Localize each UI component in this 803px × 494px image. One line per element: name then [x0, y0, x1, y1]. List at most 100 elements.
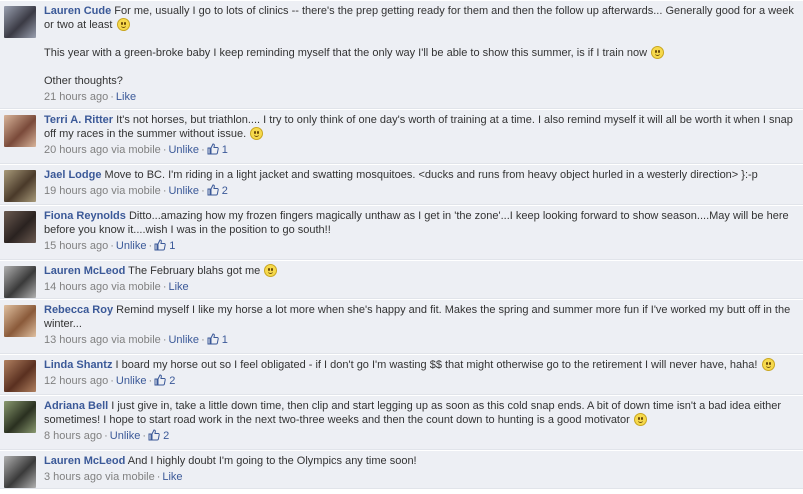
comment-text: Other thoughts?	[44, 74, 797, 88]
comment-body: Jael Lodge Move to BC. I'm riding in a l…	[44, 168, 797, 182]
like-count-number: 2	[163, 430, 170, 442]
smiley-icon	[651, 46, 665, 59]
avatar[interactable]	[4, 6, 36, 38]
like-count[interactable]: 1	[154, 239, 176, 252]
comment-text: Fiona Reynolds Ditto...amazing how my fr…	[44, 209, 797, 237]
comment: Lauren Cude For me, usually I go to lots…	[0, 0, 803, 109]
comment: Rebecca Roy Remind myself I like my hors…	[0, 299, 803, 354]
comment: Fiona Reynolds Ditto...amazing how my fr…	[0, 205, 803, 260]
author-name-link[interactable]: Fiona Reynolds	[44, 210, 126, 222]
like-count[interactable]: 2	[207, 184, 228, 197]
comment: Lauren McLeod And I highly doubt I'm goi…	[0, 450, 803, 489]
timestamp[interactable]: 15 hours ago	[44, 240, 108, 252]
unlike-link[interactable]: Unlike	[110, 430, 141, 442]
like-link[interactable]: Like	[168, 281, 188, 293]
timestamp[interactable]: 13 hours ago	[44, 334, 108, 346]
timestamp[interactable]: 19 hours ago	[44, 185, 108, 197]
like-count-number: 1	[169, 240, 176, 252]
comment-meta: 3 hours ago via mobile · Like	[44, 470, 797, 484]
comment-meta: 15 hours ago · Unlike · 1	[44, 239, 797, 255]
comment-meta: 21 hours ago · Like	[44, 90, 797, 104]
unlike-link[interactable]: Unlike	[168, 334, 199, 346]
timestamp[interactable]: 8 hours ago	[44, 430, 102, 442]
avatar-image	[4, 401, 36, 433]
comment: Jael Lodge Move to BC. I'm riding in a l…	[0, 164, 803, 205]
separator-dot: ·	[142, 430, 147, 442]
author-name-link[interactable]: Lauren McLeod	[44, 265, 125, 277]
comment-paragraph: Move to BC. I'm riding in a light jacket…	[104, 169, 758, 181]
like-count[interactable]: 1	[207, 143, 228, 159]
comment-text: Terri A. Ritter It's not horses, but tri…	[44, 113, 797, 141]
avatar[interactable]	[4, 360, 36, 392]
unlike-link[interactable]: Unlike	[168, 185, 199, 197]
like-count[interactable]: 1	[207, 333, 228, 346]
avatar-image	[4, 170, 36, 202]
author-name-link[interactable]: Linda Shantz	[44, 359, 112, 371]
comment: Adriana Bell I just give in, take a litt…	[0, 395, 803, 450]
like-count-number: 2	[221, 185, 228, 197]
avatar-image	[4, 266, 36, 298]
comment: Terri A. Ritter It's not horses, but tri…	[0, 109, 803, 164]
comment-paragraph: I just give in, take a little down time,…	[44, 400, 782, 426]
avatar[interactable]	[4, 401, 36, 433]
author-name-link[interactable]: Lauren Cude	[44, 5, 111, 17]
comment-text: Jael Lodge Move to BC. I'm riding in a l…	[44, 168, 797, 182]
separator-dot: ·	[148, 375, 153, 387]
author-name-link[interactable]: Lauren McLeod	[44, 455, 125, 467]
avatar-image	[4, 115, 36, 147]
comment-text: Adriana Bell I just give in, take a litt…	[44, 399, 797, 427]
avatar[interactable]	[4, 305, 36, 337]
comment-text: Linda Shantz I board my horse out so I f…	[44, 358, 797, 372]
comment-paragraph: Remind myself I like my horse a lot more…	[44, 304, 791, 330]
avatar[interactable]	[4, 211, 36, 243]
comment-text: This year with a green-broke baby I keep…	[44, 46, 797, 60]
author-name-link[interactable]: Terri A. Ritter	[44, 114, 113, 126]
comment-paragraph: I board my horse out so I feel obligated…	[115, 359, 758, 371]
like-link[interactable]: Like	[116, 91, 136, 103]
smiley-icon	[633, 413, 647, 426]
author-name-link[interactable]: Jael Lodge	[44, 169, 101, 181]
avatar[interactable]	[4, 266, 36, 298]
avatar[interactable]	[4, 115, 36, 147]
timestamp[interactable]: 3 hours ago	[44, 471, 102, 483]
comment-meta: 14 hours ago via mobile · Like	[44, 280, 797, 294]
like-count[interactable]: 2	[154, 374, 176, 390]
separator-dot: ·	[201, 334, 205, 346]
smiley-icon	[761, 358, 775, 371]
avatar[interactable]	[4, 456, 36, 488]
separator-dot: ·	[162, 281, 167, 293]
timestamp[interactable]: 20 hours ago	[44, 144, 108, 156]
author-name-link[interactable]: Rebecca Roy	[44, 304, 113, 316]
avatar[interactable]	[4, 170, 36, 202]
author-name-link[interactable]: Adriana Bell	[44, 400, 108, 412]
separator-dot: ·	[110, 375, 114, 387]
comment-text: Lauren McLeod The February blahs got me	[44, 264, 797, 278]
via-mobile: via mobile	[111, 185, 161, 197]
comment-text: Lauren McLeod And I highly doubt I'm goi…	[44, 454, 797, 468]
separator-dot: ·	[201, 185, 205, 197]
comment-body: Lauren McLeod The February blahs got me	[44, 264, 797, 278]
timestamp[interactable]: 12 hours ago	[44, 375, 108, 387]
separator-dot: ·	[162, 144, 167, 156]
thumbs-up-icon	[207, 143, 219, 159]
unlike-link[interactable]: Unlike	[168, 144, 199, 156]
comment-body: Adriana Bell I just give in, take a litt…	[44, 399, 797, 427]
timestamp[interactable]: 14 hours ago	[44, 281, 108, 293]
thumbs-up-icon	[148, 429, 160, 445]
like-count-number: 2	[169, 375, 176, 387]
comment-thread: Lauren Cude For me, usually I go to lots…	[0, 0, 803, 489]
like-link[interactable]: Like	[162, 471, 182, 483]
unlike-link[interactable]: Unlike	[116, 240, 147, 252]
via-mobile: via mobile	[111, 281, 161, 293]
comment-paragraph: The February blahs got me	[128, 265, 261, 277]
timestamp[interactable]: 21 hours ago	[44, 91, 108, 103]
comment-body: Lauren Cude For me, usually I go to lots…	[44, 4, 797, 88]
comment-meta: 8 hours ago · Unlike · 2	[44, 429, 797, 445]
thumbs-up-icon	[154, 374, 166, 390]
avatar-image	[4, 305, 36, 337]
comment: Linda Shantz I board my horse out so I f…	[0, 354, 803, 395]
like-count[interactable]: 2	[148, 429, 170, 445]
unlike-link[interactable]: Unlike	[116, 375, 147, 387]
avatar-image	[4, 211, 36, 243]
separator-dot: ·	[162, 334, 167, 346]
